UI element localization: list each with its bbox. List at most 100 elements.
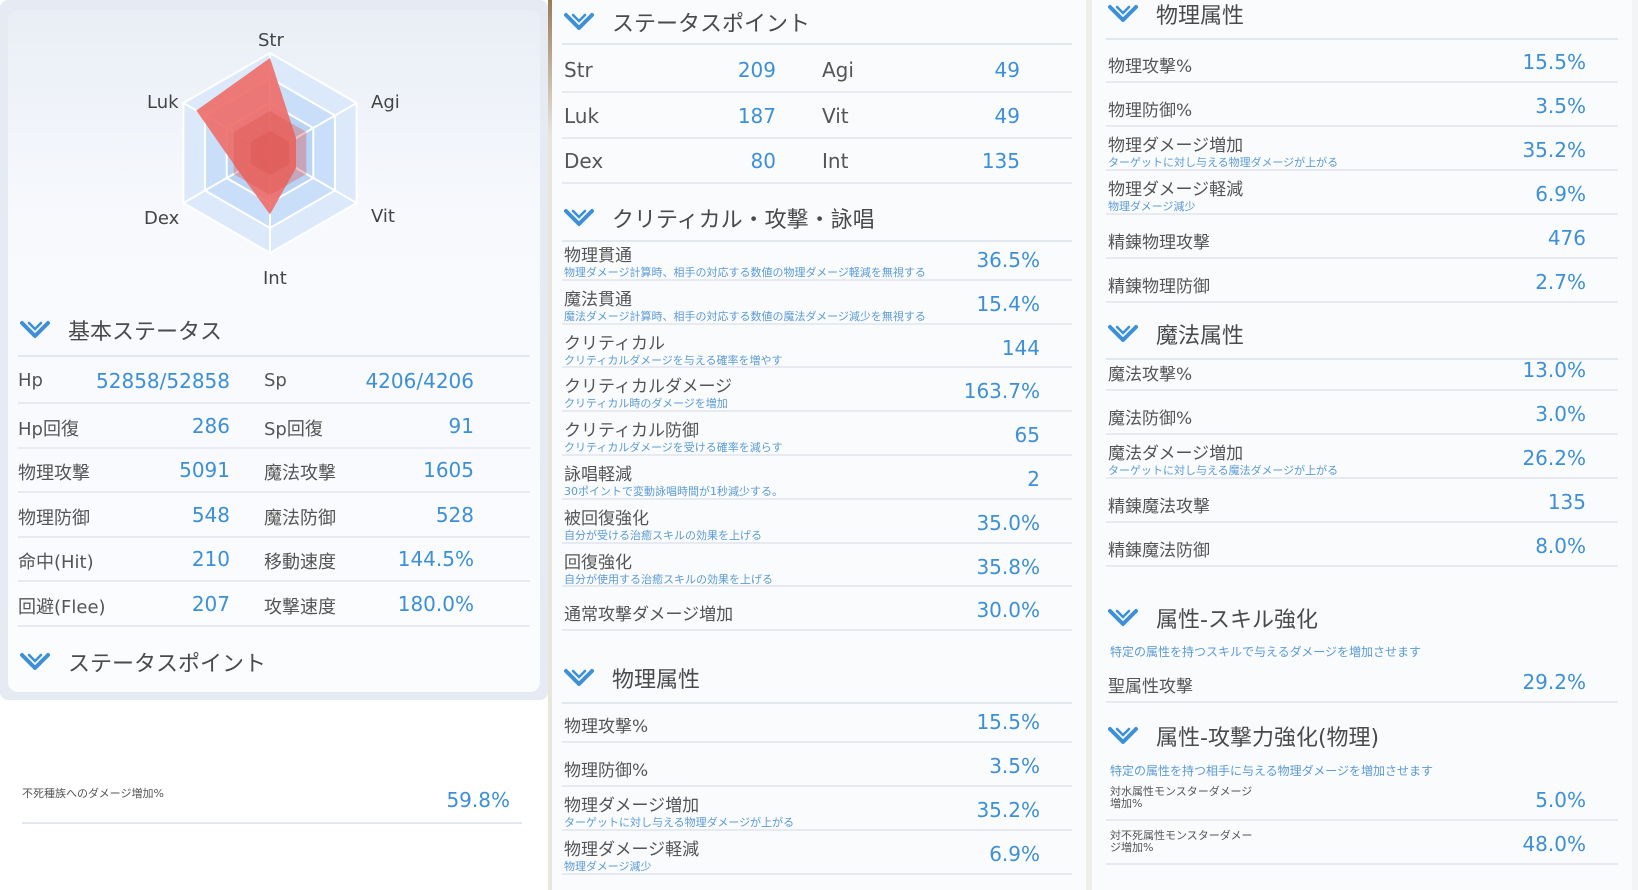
list-item: 対水属性モンスターダメージ増加% 5.0% <box>1106 778 1618 821</box>
item-value: 13.0% <box>1522 358 1586 382</box>
item-value: 35.8% <box>976 554 1040 579</box>
table-row: 回避(Flee) 207 攻撃速度 180.0% <box>18 583 530 627</box>
item-value: 48.0% <box>1522 832 1586 856</box>
status-points-header-left[interactable]: ステータスポイント <box>18 642 266 682</box>
item-label: 物理貫通 <box>564 246 632 266</box>
detail-panel-right: 物理属性 物理攻撃% 15.5% 物理防御% 3.5% 物理ダメージ増加 ターゲットに対し… <box>1092 0 1632 890</box>
stat-value: 91 <box>448 413 474 438</box>
item-label: クリティカル防御 <box>564 421 699 442</box>
stat-value: 209 <box>737 58 776 82</box>
divider <box>562 43 1072 45</box>
item-value: 6.9% <box>989 842 1040 866</box>
stat-label: Luk <box>564 103 600 128</box>
list-item: 詠唱軽減 30ポイントで変動詠唱時間が1秒減少する。 2 <box>562 457 1072 500</box>
item-value: 15.5% <box>976 710 1040 734</box>
physical-title: 物理属性 <box>1156 4 1245 29</box>
element-skill-header[interactable]: 属性-スキル強化 <box>1106 598 1318 638</box>
chevron-down-icon <box>20 653 50 670</box>
item-description: 物理ダメージ減少 <box>564 860 652 873</box>
column-gap <box>1632 0 1638 890</box>
item-label: 物理ダメージ軽減 <box>1108 180 1244 200</box>
item-label: 物理ダメージ増加 <box>1108 136 1244 156</box>
stat-label: Dex <box>564 149 604 173</box>
stat-value: 49 <box>994 103 1020 128</box>
item-value: 26.2% <box>1522 446 1586 470</box>
item-description: ターゲットに対し与える物理ダメージが上がる <box>564 816 795 829</box>
item-description: クリティカルダメージを与える確率を増やす <box>564 353 783 367</box>
radar-label-dex: Dex <box>144 208 180 229</box>
undead-damage-panel: 不死種族へのダメージ増加% 59.8% <box>0 700 548 890</box>
stat-label: Sp回復 <box>264 418 323 440</box>
item-label: 対不死属性モンスターダメージ増加% <box>1110 829 1253 854</box>
list-item: 物理ダメージ軽減 物理ダメージ減少 6.9% <box>1106 172 1618 215</box>
item-value: 36.5% <box>976 248 1040 272</box>
stat-value: 52858/52858 <box>96 369 230 393</box>
item-label: 物理防御% <box>564 761 649 781</box>
list-item: 物理ダメージ軽減 物理ダメージ減少 6.9% <box>562 832 1072 875</box>
item-description: ターゲットに対し与える魔法ダメージが上がる <box>1108 464 1339 477</box>
radar-chart <box>182 51 358 255</box>
physical-title: 物理属性 <box>612 668 701 693</box>
stat-label: 移動速度 <box>264 552 336 573</box>
item-label: 詠唱軽減 <box>564 465 632 485</box>
stat-value: 1605 <box>423 458 474 482</box>
stat-label: Str <box>564 58 593 82</box>
list-item: 精錬物理防御 2.7% <box>1106 260 1618 303</box>
stat-label: 魔法攻撃 <box>264 463 336 484</box>
radar-label-str: Str <box>258 30 284 51</box>
item-value: 163.7% <box>963 379 1040 404</box>
list-item: クリティカル防御 クリティカルダメージを受ける確率を減らす 65 <box>562 413 1072 456</box>
list-item: 精錬魔法防御 8.0% <box>1106 524 1618 567</box>
stat-label: Int <box>822 149 849 173</box>
status-points-header[interactable]: ステータスポイント <box>562 2 810 42</box>
item-description: 自分が使用する治癒スキルの効果を上げる <box>564 572 773 586</box>
item-description: ターゲットに対し与える物理ダメージが上がる <box>1108 156 1339 169</box>
list-item: 物理ダメージ増加 ターゲットに対し与える物理ダメージが上がる 35.2% <box>1106 128 1618 171</box>
item-label: 被回復強化 <box>564 508 649 529</box>
divider <box>22 822 522 824</box>
chevron-down-icon <box>564 209 594 226</box>
item-label: クリティカルダメージ <box>564 377 733 398</box>
table-row: Dex 80 Int 135 <box>562 139 1072 184</box>
item-description: クリティカル時のダメージを増加 <box>564 397 728 411</box>
detail-panel-middle: ステータスポイント Str 209 Agi 49 Luk 187 Vit 49 Dex 80 Int… <box>552 0 1086 890</box>
element-skill-title: 属性-スキル強化 <box>1156 608 1318 633</box>
item-label: 通常攻撃ダメージ増加 <box>564 605 734 626</box>
basic-status-panel: Str Agi Vit Int Dex Luk 基本ステータス Hp 52858/… <box>0 0 548 700</box>
stat-label: 命中(Hit) <box>18 552 94 573</box>
list-item: 魔法攻撃% 13.0% <box>1106 348 1618 391</box>
stat-label: 物理防御 <box>18 507 90 529</box>
chevron-down-icon <box>1108 609 1138 626</box>
basic-status-header[interactable]: 基本ステータス <box>18 310 222 350</box>
critical-title: クリティカル・攻撃・詠唱 <box>612 208 875 233</box>
chevron-down-icon <box>20 321 50 338</box>
item-value: 15.4% <box>976 291 1040 316</box>
stat-value: 187 <box>737 103 776 128</box>
list-item: 精錬魔法攻撃 135 <box>1106 480 1618 523</box>
table-row: Hp回復 286 Sp回復 91 <box>18 405 530 449</box>
element-attack-header[interactable]: 属性-攻撃力強化(物理) <box>1106 716 1379 756</box>
stat-value: 135 <box>981 149 1020 173</box>
chevron-down-icon <box>1108 727 1138 744</box>
item-label: 物理攻撃% <box>1108 57 1193 77</box>
list-item: 回復強化 自分が使用する治癒スキルの効果を上げる 35.8% <box>562 545 1072 588</box>
item-label: 魔法攻撃% <box>1108 365 1193 385</box>
status-points-title: ステータスポイント <box>612 12 811 37</box>
chevron-down-icon <box>1108 325 1138 342</box>
item-value: 476 <box>1547 226 1586 250</box>
item-label: 物理防御% <box>1108 101 1193 121</box>
list-item: クリティカル クリティカルダメージを与える確率を増やす 144 <box>562 326 1072 369</box>
physical-header[interactable]: 物理属性 <box>1106 0 1244 34</box>
item-description: 物理ダメージ減少 <box>1108 200 1196 213</box>
item-value: 144 <box>1001 335 1040 360</box>
item-value: 5.0% <box>1535 788 1586 812</box>
stat-label: 攻撃速度 <box>264 596 336 618</box>
item-value: 6.9% <box>1535 182 1586 206</box>
stat-value: 180.0% <box>397 591 474 616</box>
item-label: 精錬物理攻撃 <box>1108 233 1210 253</box>
item-value: 135 <box>1547 490 1586 514</box>
critical-header[interactable]: クリティカル・攻撃・詠唱 <box>562 198 875 238</box>
item-label: 物理攻撃% <box>564 717 649 737</box>
physical-header-mid[interactable]: 物理属性 <box>562 658 700 698</box>
stat-label: 物理攻撃 <box>18 463 90 484</box>
